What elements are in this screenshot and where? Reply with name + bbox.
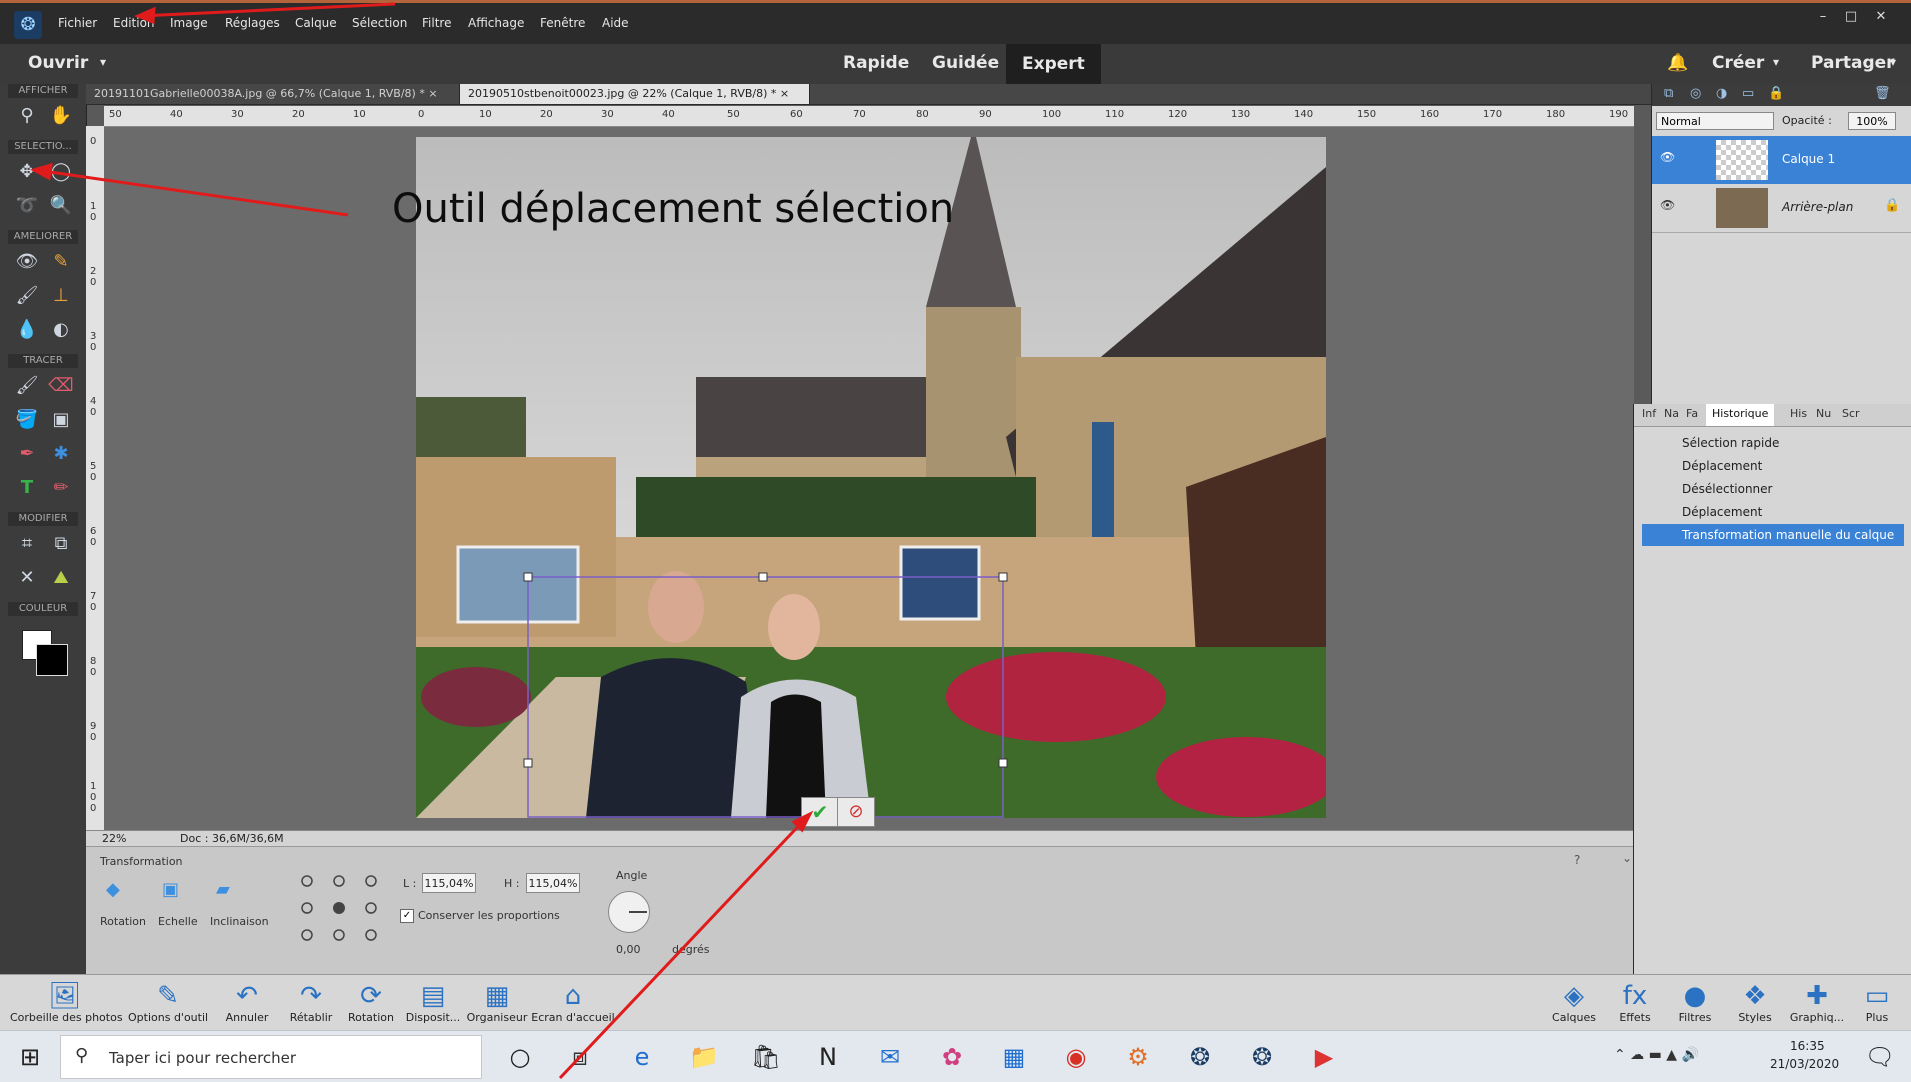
annotation-arrows bbox=[30, 2, 814, 1080]
